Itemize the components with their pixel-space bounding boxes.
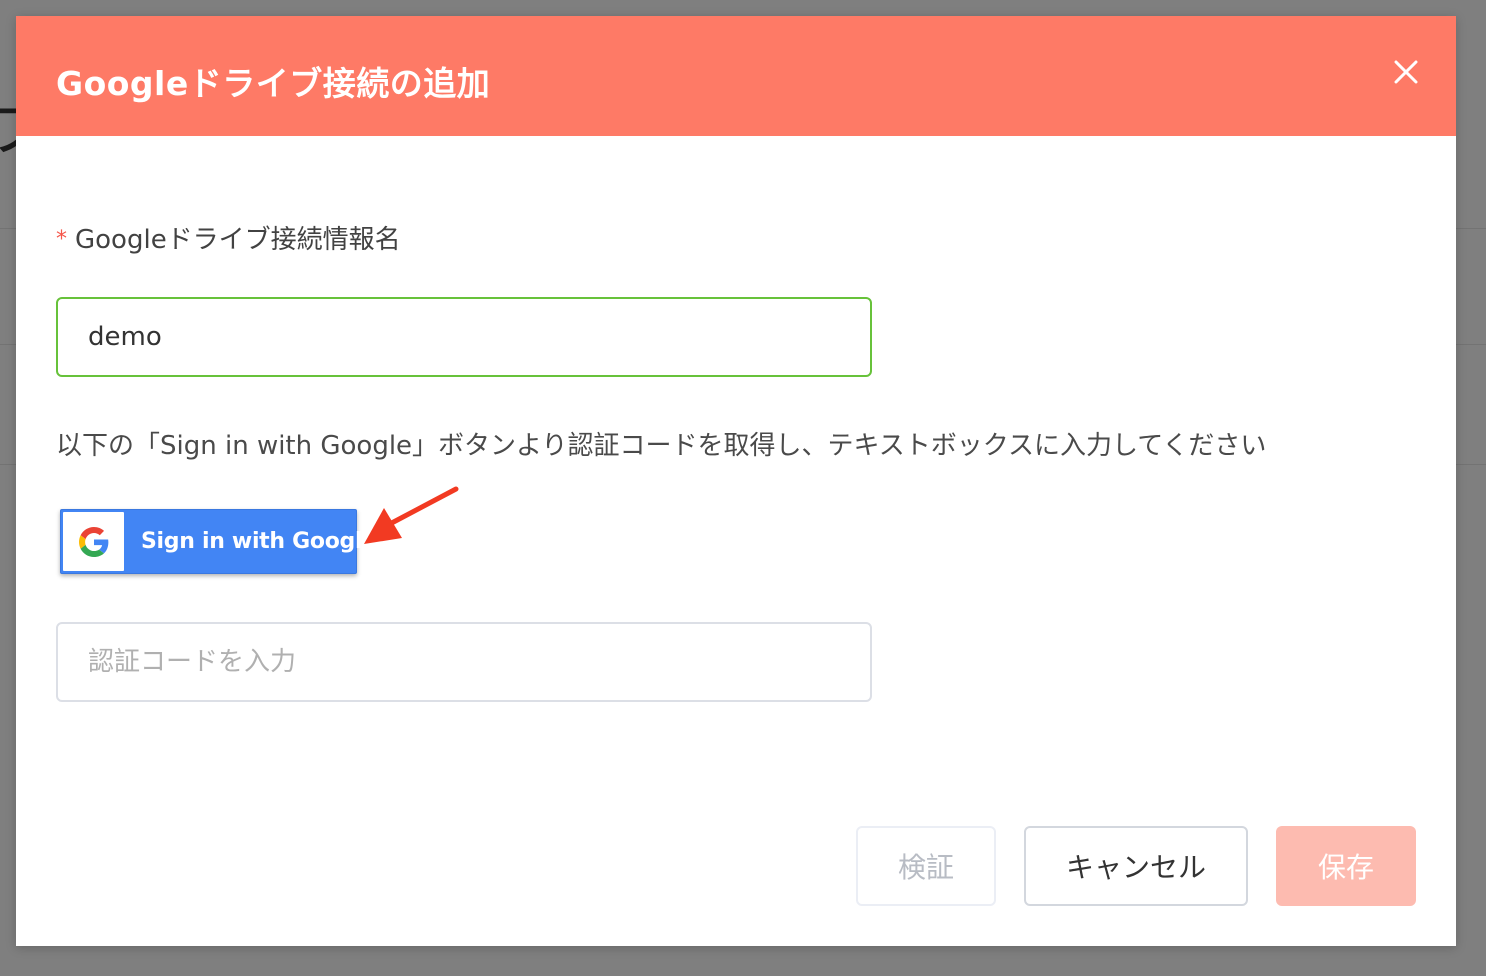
- annotation-arrow-icon: [364, 486, 459, 544]
- connection-name-label-text: Googleドライブ接続情報名: [75, 225, 401, 255]
- dialog-header: Googleドライブ接続の追加: [16, 16, 1456, 136]
- verify-button[interactable]: 検証: [856, 826, 996, 906]
- sign-in-with-google-label: Sign in with Google: [141, 529, 377, 554]
- save-button[interactable]: 保存: [1276, 826, 1416, 906]
- cancel-button[interactable]: キャンセル: [1024, 826, 1248, 906]
- connection-name-input[interactable]: [56, 297, 872, 377]
- auth-code-input[interactable]: [56, 622, 872, 702]
- close-icon[interactable]: [1392, 58, 1420, 86]
- auth-instruction-text: 以下の「Sign in with Google」ボタンより認証コードを取得し、テ…: [56, 431, 1267, 461]
- google-g-logo-icon: [79, 527, 109, 557]
- sign-in-with-google-button[interactable]: Sign in with Google: [60, 509, 377, 574]
- dialog-title: Googleドライブ接続の追加: [56, 64, 491, 103]
- google-logo-container: [63, 512, 124, 571]
- add-google-drive-connection-dialog: Googleドライブ接続の追加 * Googleドライブ接続情報名 以下の「Sig…: [16, 16, 1456, 946]
- required-mark: *: [56, 227, 67, 252]
- connection-name-label: * Googleドライブ接続情報名: [56, 219, 401, 256]
